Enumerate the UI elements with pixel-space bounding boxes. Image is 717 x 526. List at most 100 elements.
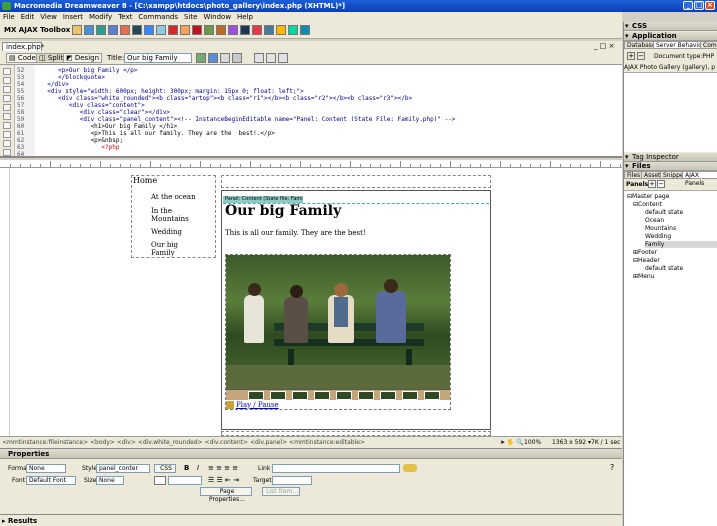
tree-item[interactable]: Family [645,241,717,248]
toolbar-tool-icon[interactable] [264,25,274,35]
file-management-icon[interactable] [196,53,206,63]
application-panel-header[interactable]: Application [624,32,717,41]
page-heading[interactable]: Our big Family [225,203,341,219]
editable-region-tag[interactable]: Panel: Content (State file: Family.php) [223,196,303,203]
menu-item-help[interactable]: Help [234,12,256,22]
code-view-button[interactable]: ▤ Code [6,53,39,63]
style-select[interactable]: panel_conter [96,464,150,473]
target-select[interactable] [272,476,312,485]
coding-tool-icon[interactable] [3,95,11,102]
validate-icon[interactable] [220,53,230,63]
properties-header[interactable]: Properties [0,449,622,459]
tree-item[interactable]: default state [645,265,683,272]
tree-item[interactable]: ⊞Footer [633,249,657,256]
tree-item[interactable]: ⊟Content [633,201,662,208]
code-line[interactable]: <div class="content"> [40,102,145,109]
tab-index-php[interactable]: index.php* [2,42,44,51]
code-line[interactable]: <div class="white_rounded"><b class="art… [40,95,412,102]
point-to-file-icon[interactable] [403,464,417,472]
code-line[interactable]: <p>Our big Family </p> [40,67,138,74]
preview-browser-icon[interactable] [208,53,218,63]
toolbar-tool-icon[interactable] [120,25,130,35]
thumbnail[interactable] [270,391,286,400]
format-select[interactable]: None [26,464,66,473]
files-panel-header[interactable]: Files [624,162,717,171]
tag-selector[interactable]: <mmtinstance:fileinstance> <body> <div> … [2,439,365,446]
refresh-icon[interactable] [254,53,264,63]
toolbar-tool-icon[interactable] [168,25,178,35]
toolbar-tool-icon[interactable] [228,25,238,35]
help-icon[interactable]: ? [610,463,614,472]
code-line[interactable]: <p>This is all our family. They are the … [40,130,275,137]
coding-tool-icon[interactable] [3,86,11,93]
coding-tool-icon[interactable] [3,140,11,147]
thumbnail[interactable] [380,391,396,400]
code-view[interactable]: 52 53 54 55 56 57 58 59 60 61 62 63 64 <p>Our big Fa… [0,65,622,158]
nav-item-family[interactable]: Our big Family [151,241,189,257]
toolbar-tool-icon[interactable] [180,25,190,35]
code-line[interactable]: <div class="clear"></div> [40,109,170,116]
view-options-icon[interactable] [266,53,276,63]
design-view[interactable]: Home At the ocean In the Mountains Weddi… [0,168,622,436]
coding-tool-icon[interactable] [3,122,11,129]
list-item-button[interactable]: List Item... [262,487,300,496]
tab-ajax-panels[interactable]: AJAX Panels [682,171,717,187]
code-line[interactable]: </div> [40,81,69,88]
menu-item-modify[interactable]: Modify [86,12,115,22]
coding-tool-icon[interactable] [3,131,11,138]
tree-item[interactable]: default state [645,209,683,216]
tree-item[interactable]: ⊟Master page [627,193,669,200]
toolbar-tool-icon[interactable] [156,25,166,35]
minimize-icon[interactable]: _ [683,1,693,10]
thumbnail[interactable] [424,391,440,400]
link-input[interactable] [272,464,400,473]
remove-behavior-icon[interactable]: − [637,52,645,60]
code-line[interactable]: <p>&nbsp; [40,137,124,144]
coding-tool-icon[interactable] [3,77,11,84]
close-icon[interactable]: × [705,1,715,10]
menu-item-file[interactable]: File [0,12,18,22]
zoom-select[interactable]: 100% [524,439,541,446]
play-pause-link[interactable]: Play / Pause [236,401,279,409]
tab-components[interactable]: Components [700,41,717,49]
results-panel[interactable]: ▸ Results [0,514,622,526]
toolbar-tool-icon[interactable] [84,25,94,35]
font-select[interactable]: Default Font [26,476,76,485]
thumbnail[interactable] [358,391,374,400]
menu-item-text[interactable]: Text [115,12,135,22]
remove-panel-icon[interactable]: − [657,180,665,188]
thumbnail[interactable] [314,391,330,400]
toolbar-tool-icon[interactable] [132,25,142,35]
code-line[interactable]: <h1>Our big Family </h1> [40,123,178,130]
coding-tool-icon[interactable] [3,68,11,75]
doc-window-controls[interactable]: _ □ × [594,42,614,50]
tree-item[interactable]: ⊟Header [633,257,660,264]
list-indent-buttons[interactable]: ☰ ☰ ⇤ ⇥ [208,476,239,484]
intro-paragraph[interactable]: This is all our family. They are the bes… [225,229,366,237]
code-line[interactable]: </blockquote> [40,74,105,81]
toolbar-tool-icon[interactable] [300,25,310,35]
toolbar-tool-icon[interactable] [216,25,226,35]
page-title-input[interactable]: Our big Family [124,53,192,63]
add-behavior-icon[interactable]: + [627,52,635,60]
align-buttons[interactable]: ≡ ≡ ≡ ≡ [208,464,238,472]
window-size-select[interactable]: 1363 x 592 ▾ [552,439,591,446]
menu-item-view[interactable]: View [37,12,60,22]
thumbnail[interactable] [292,391,308,400]
size-select[interactable]: None [96,476,124,485]
tree-item[interactable]: Wedding [645,233,671,240]
toolbar-tool-icon[interactable] [288,25,298,35]
italic-button[interactable]: I [197,464,199,472]
coding-tool-icon[interactable] [3,149,11,156]
tree-item[interactable]: ⊞Menu [633,273,655,280]
toolbar-tool-icon[interactable] [240,25,250,35]
tag-inspector-header[interactable]: Tag Inspector [624,153,717,162]
bold-button[interactable]: B [184,464,189,472]
menu-item-edit[interactable]: Edit [18,12,38,22]
nav-item-ocean[interactable]: At the ocean [151,193,201,201]
select-tools-icon[interactable]: ➤ ✋ 🔍 [500,439,524,446]
css-panel-header[interactable]: CSS [624,22,717,31]
toolbar-tool-icon[interactable] [252,25,262,35]
menu-item-site[interactable]: Site [181,12,200,22]
nav-item-mountains[interactable]: In the Mountains [151,207,201,223]
